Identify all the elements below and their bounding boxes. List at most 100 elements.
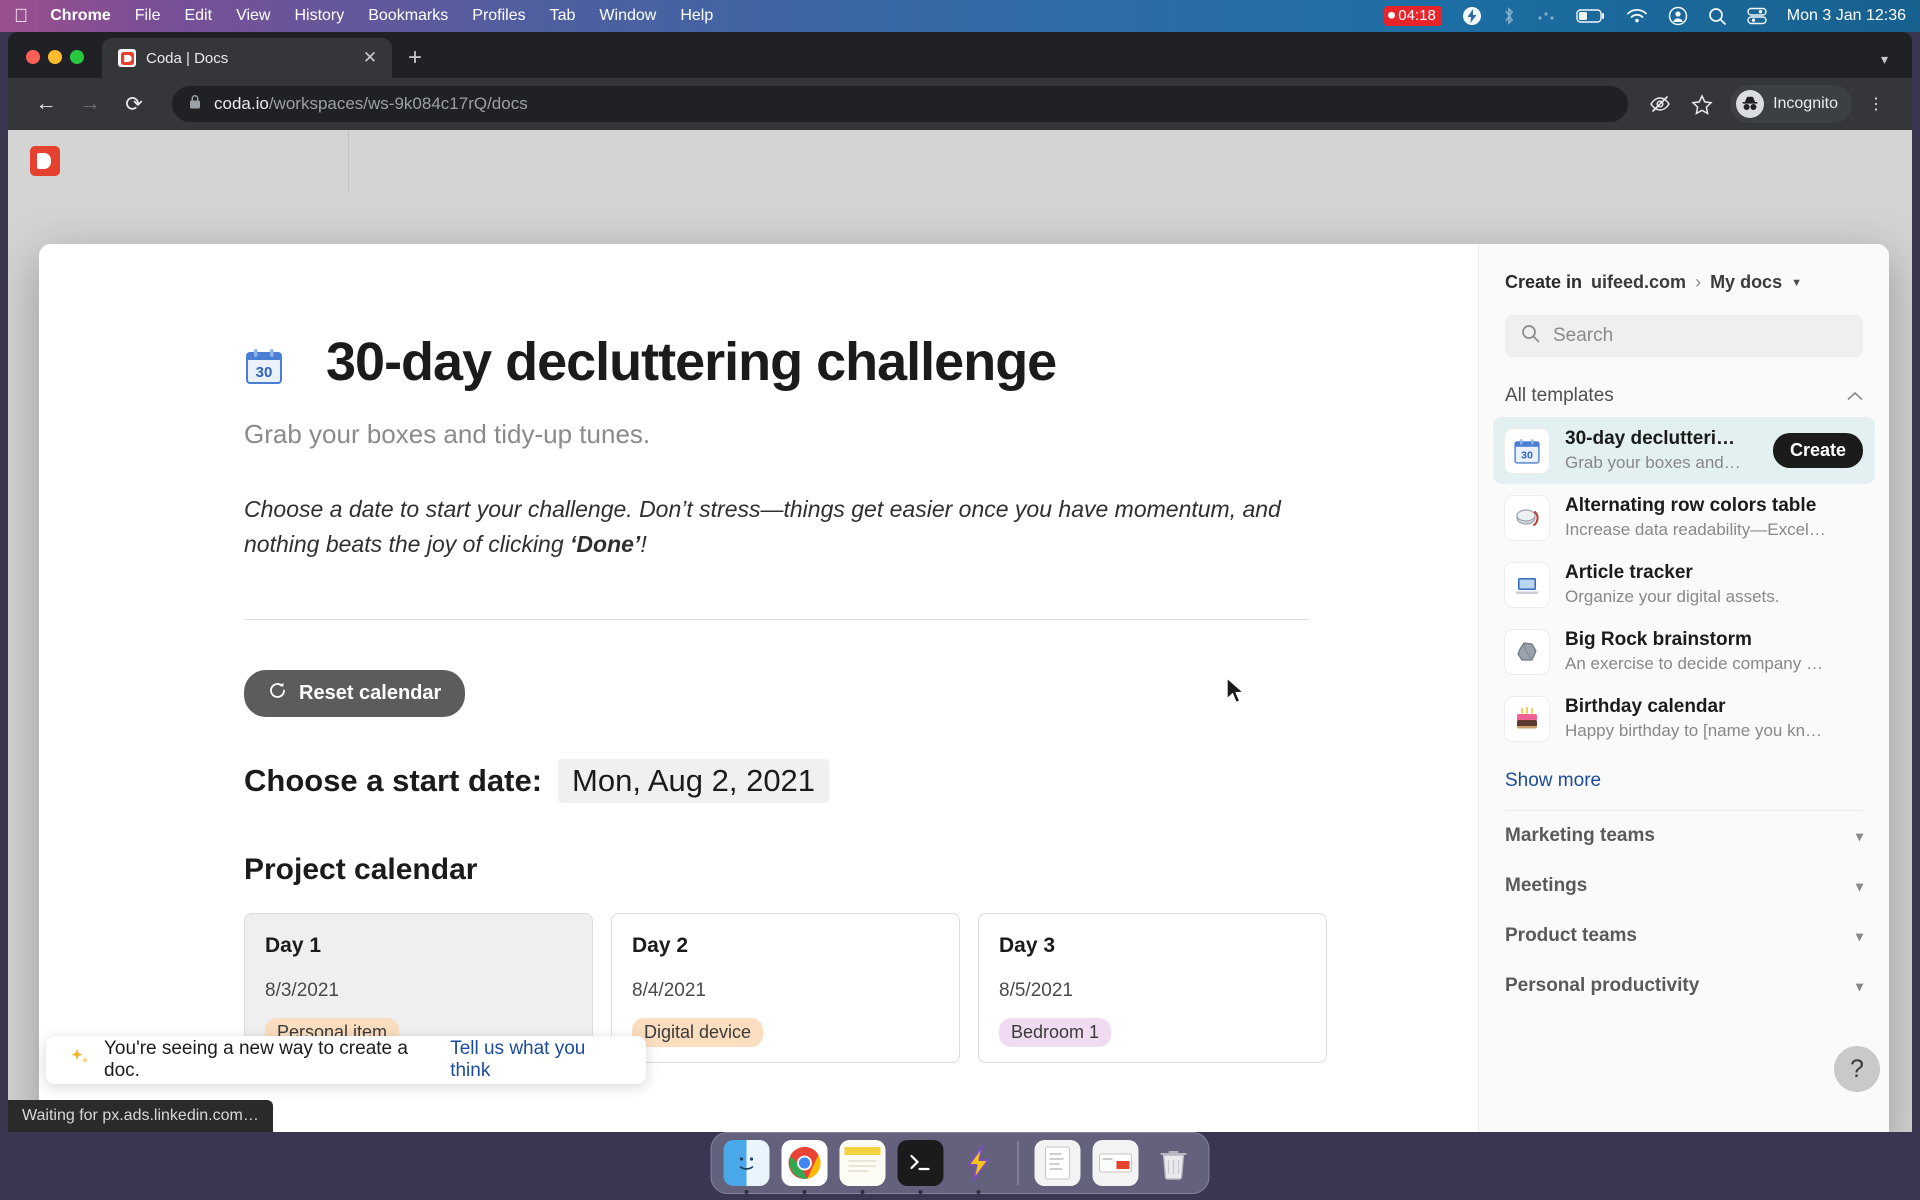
category-marketing-teams[interactable]: Marketing teams ▾ <box>1479 811 1889 861</box>
more-vertical-icon[interactable]: ⋮ <box>1858 86 1894 122</box>
list-item-text: 30-day declutteri… Grab your boxes and… <box>1565 428 1757 473</box>
mouse-cursor <box>1226 677 1246 704</box>
list-item[interactable]: Birthday calendar Happy birthday to [nam… <box>1479 685 1889 752</box>
dots-icon[interactable] <box>1536 9 1556 23</box>
template-desc: Happy birthday to [name you kn… <box>1565 721 1823 740</box>
battery-icon[interactable] <box>1576 8 1606 24</box>
category-product-teams[interactable]: Product teams ▾ <box>1479 911 1889 961</box>
list-item-text: Alternating row colors table Increase da… <box>1565 495 1863 540</box>
menu-item-edit[interactable]: Edit <box>184 7 212 25</box>
plus-icon[interactable]: + <box>408 46 422 70</box>
dock-item-card[interactable] <box>1092 1140 1139 1186</box>
menu-item-help[interactable]: Help <box>680 7 713 25</box>
breadcrumb-workspace[interactable]: uifeed.com <box>1591 272 1686 293</box>
search-icon <box>1521 324 1540 349</box>
menu-item-chrome[interactable]: Chrome <box>50 7 110 25</box>
menu-item-tab[interactable]: Tab <box>550 7 576 25</box>
chevron-down-icon[interactable]: ▾ <box>1856 978 1863 995</box>
list-item[interactable]: Big Rock brainstorm An exercise to decid… <box>1479 618 1889 685</box>
reset-calendar-button[interactable]: Reset calendar <box>244 670 466 717</box>
lock-icon <box>188 94 202 115</box>
list-item[interactable]: Alternating row colors table Increase da… <box>1479 484 1889 551</box>
category-personal-productivity[interactable]: Personal productivity ▾ <box>1479 961 1889 1011</box>
breadcrumb: Create in uifeed.com › My docs ▼ <box>1479 272 1889 293</box>
all-templates-section-header[interactable]: All templates <box>1505 385 1863 407</box>
calendar-card[interactable]: Day 2 8/4/2021 Digital device <box>611 913 960 1063</box>
apple-icon[interactable]:  <box>14 7 28 26</box>
close-icon[interactable]: ✕ <box>358 46 382 70</box>
chevron-up-icon[interactable] <box>1847 385 1863 407</box>
menu-item-bookmarks[interactable]: Bookmarks <box>368 7 448 25</box>
project-calendar-heading: Project calendar <box>244 853 478 886</box>
menu-item-profiles[interactable]: Profiles <box>472 7 525 25</box>
dock-item-bolt-app[interactable] <box>956 1140 1002 1194</box>
menu-item-history[interactable]: History <box>294 7 344 25</box>
menu-bar-clock[interactable]: Mon 3 Jan 12:36 <box>1787 7 1906 25</box>
breadcrumb-folder[interactable]: My docs <box>1710 272 1782 293</box>
category-meetings[interactable]: Meetings ▾ <box>1479 861 1889 911</box>
siri-icon[interactable] <box>1668 6 1688 26</box>
coda-favicon <box>118 49 136 67</box>
running-dot <box>744 1190 749 1194</box>
bluetooth-icon[interactable] <box>1502 6 1516 26</box>
card-tag[interactable]: Bedroom 1 <box>999 1018 1112 1047</box>
list-item[interactable]: Article tracker Organize your digital as… <box>1479 551 1889 618</box>
divider <box>244 619 1309 620</box>
header-divider <box>348 130 349 192</box>
dock-item-trash[interactable] <box>1151 1140 1197 1186</box>
sparkles-icon <box>68 1046 90 1074</box>
category-label: Meetings <box>1505 875 1588 896</box>
template-search-input[interactable]: Search <box>1505 315 1863 357</box>
chevron-down-icon[interactable]: ▾ <box>1856 878 1863 895</box>
forward-arrow-icon[interactable]: → <box>70 84 110 124</box>
maximize-window-button[interactable] <box>70 50 84 64</box>
breadcrumb-separator: › <box>1695 272 1702 292</box>
coda-site-header <box>8 130 1912 192</box>
chevron-down-icon[interactable]: ▼ <box>1791 277 1802 289</box>
star-icon[interactable] <box>1684 86 1720 122</box>
show-more-link[interactable]: Show more <box>1479 752 1889 792</box>
card-day: Day 3 <box>999 934 1056 957</box>
wifi-icon[interactable] <box>1626 8 1648 24</box>
chevron-down-icon[interactable]: ▾ <box>1856 828 1863 845</box>
url-host: coda.io <box>214 94 269 113</box>
toast-feedback-link[interactable]: Tell us what you think <box>450 1038 624 1082</box>
chrome-window: Coda | Docs ✕ + ▾ ← → ⟳ coda.io/workspac… <box>8 32 1912 1132</box>
spotlight-search-icon[interactable] <box>1708 7 1727 26</box>
back-arrow-icon[interactable]: ← <box>26 84 66 124</box>
chevron-down-icon[interactable]: ▾ <box>1881 51 1888 68</box>
eye-slash-icon[interactable] <box>1642 86 1678 122</box>
create-button[interactable]: Create <box>1772 433 1863 468</box>
template-desc: Grab your boxes and… <box>1565 453 1741 472</box>
dock-item-finder[interactable] <box>723 1140 770 1194</box>
dock-item-chrome[interactable] <box>781 1140 828 1194</box>
control-center-icon[interactable] <box>1747 7 1767 25</box>
profile-chip[interactable]: Incognito <box>1730 85 1852 123</box>
create-doc-modal: 30 30-day decluttering challenge Grab yo… <box>39 244 1889 1132</box>
dock-item-notes[interactable] <box>839 1140 886 1194</box>
screen-recording-indicator[interactable]: ⏺ 04:18 <box>1383 6 1442 26</box>
calendar-card[interactable]: Day 3 8/5/2021 Bedroom 1 <box>978 913 1327 1063</box>
minimize-window-button[interactable] <box>48 50 62 64</box>
template-search-placeholder: Search <box>1553 325 1614 346</box>
list-item[interactable]: 30 30-day declutteri… Grab your boxes an… <box>1493 417 1875 484</box>
close-window-button[interactable] <box>26 50 40 64</box>
chevron-down-icon[interactable]: ▾ <box>1856 928 1863 945</box>
reload-icon[interactable]: ⟳ <box>114 84 154 124</box>
dock-item-terminal[interactable] <box>897 1140 944 1194</box>
menu-item-view[interactable]: View <box>236 7 270 25</box>
start-date-row: Choose a start date: Mon, Aug 2, 2021 <box>244 759 1478 803</box>
start-date-value[interactable]: Mon, Aug 2, 2021 <box>558 759 830 803</box>
record-icon: ⏺ <box>1387 7 1396 24</box>
browser-tab[interactable]: Coda | Docs ✕ <box>102 38 392 78</box>
template-sidebar: Create in uifeed.com › My docs ▼ Search … <box>1478 244 1889 1132</box>
coda-logo-icon[interactable] <box>30 146 60 176</box>
page-viewport: Search all docs Product▼ Resources▼ Gall… <box>8 130 1912 1132</box>
menu-item-window[interactable]: Window <box>599 7 656 25</box>
help-button[interactable]: ? <box>1834 1046 1880 1092</box>
bolt-icon[interactable] <box>1462 6 1482 26</box>
dock-item-document[interactable] <box>1034 1140 1081 1186</box>
address-bar[interactable]: coda.io/workspaces/ws-9k084c17rQ/docs <box>172 86 1629 122</box>
card-tag[interactable]: Digital device <box>632 1018 764 1047</box>
menu-item-file[interactable]: File <box>135 7 161 25</box>
